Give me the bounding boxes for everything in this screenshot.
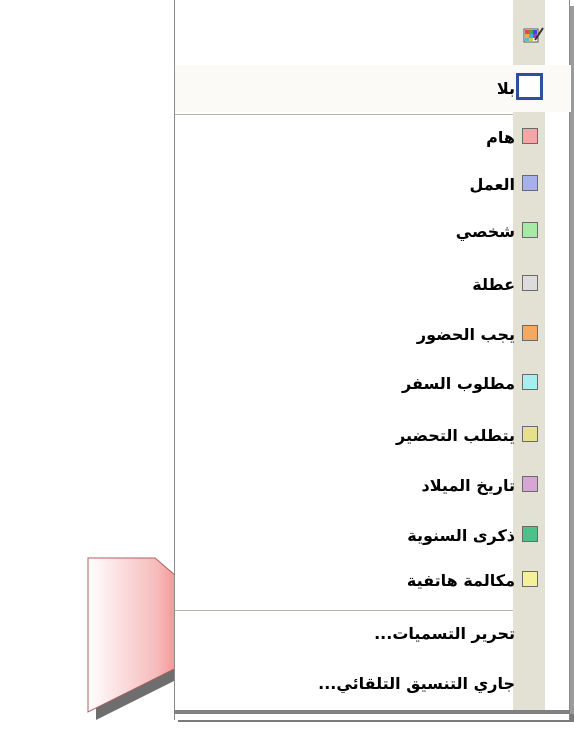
auto-format-item[interactable]: جاري التنسيق التلقائي...: [175, 660, 571, 707]
menu-item-business[interactable]: العمل: [175, 161, 571, 208]
color-swatch: [522, 128, 538, 144]
color-swatch: [522, 222, 538, 238]
menu-item-label: شخصي: [455, 222, 515, 241]
menu-item-must-attend[interactable]: يجب الحضور: [175, 311, 571, 358]
color-swatch: [522, 374, 538, 390]
menu-item-label: بلا: [496, 79, 515, 98]
menu-item-label: تاريخ الميلاد: [421, 476, 515, 495]
color-swatch: [522, 426, 538, 442]
menu-item-label: مطلوب السفر: [402, 374, 515, 393]
menu-item-phone-call[interactable]: مكالمة هاتفية: [175, 557, 571, 604]
menu-item-label: هام: [486, 128, 515, 147]
menu-item-needs-preparation[interactable]: يتطلب التحضير: [175, 412, 571, 459]
label-menu: بلا هام العمل شخصي عطلة يجب الحضور مطلوب…: [174, 0, 571, 720]
color-swatch: [522, 275, 538, 291]
menu-item-birthday[interactable]: تاريخ الميلاد: [175, 462, 571, 509]
menu-item-label: عطلة: [472, 275, 515, 294]
menu-item-personal[interactable]: شخصي: [175, 208, 571, 255]
menu-item-vacation[interactable]: عطلة: [175, 261, 571, 308]
menu-item-anniversary[interactable]: ذكرى السنوية: [175, 512, 571, 559]
menu-item-label: يتطلب التحضير: [396, 426, 515, 445]
color-swatch: [522, 526, 538, 542]
menu-item-label: تحرير التسميات...: [374, 624, 515, 643]
edit-labels-item[interactable]: تحرير التسميات...: [175, 610, 571, 657]
menu-item-none[interactable]: بلا: [175, 65, 571, 112]
menu-item-important[interactable]: هام: [175, 114, 571, 161]
menu-item-label: ذكرى السنوية: [407, 526, 515, 545]
none-swatch: [516, 73, 543, 100]
menu-item-label: العمل: [469, 175, 515, 194]
color-swatch: [522, 476, 538, 492]
menu-bottom-border: [174, 710, 570, 714]
color-swatch: [522, 325, 538, 341]
color-swatch: [522, 175, 538, 191]
menu-item-label: مكالمة هاتفية: [406, 571, 515, 590]
menu-item-label: يجب الحضور: [416, 325, 515, 344]
menu-item-label: جاري التنسيق التلقائي...: [318, 674, 515, 693]
label-palette-icon[interactable]: [523, 26, 545, 44]
color-swatch: [522, 571, 538, 587]
menu-item-travel-required[interactable]: مطلوب السفر: [175, 360, 571, 407]
